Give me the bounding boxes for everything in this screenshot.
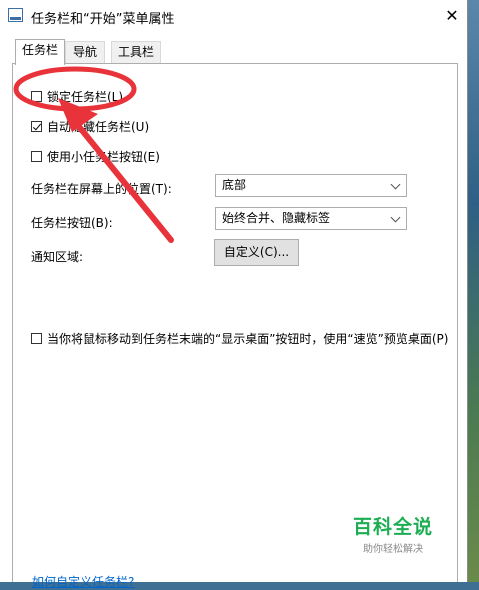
lock-taskbar-label: 锁定任务栏(L) [47, 90, 124, 104]
lock-taskbar-checkbox[interactable] [31, 91, 42, 102]
chevron-down-icon [390, 179, 401, 190]
position-label: 任务栏在屏幕上的位置(T): [31, 182, 172, 196]
lock-taskbar-option[interactable]: 锁定任务栏(L) [31, 88, 123, 105]
taskbar-buttons-label: 任务栏按钮(B): [31, 216, 113, 230]
notification-area-label: 通知区域: [31, 250, 84, 264]
auto-hide-checkbox[interactable] [31, 121, 42, 132]
taskbar-app-icon [8, 8, 23, 22]
watermark: 百科全说 助你轻松解决 [345, 512, 441, 555]
small-buttons-checkbox[interactable] [31, 151, 42, 162]
watermark-title: 百科全说 [352, 516, 433, 538]
tab-taskbar[interactable]: 任务栏 [15, 39, 65, 65]
small-buttons-label: 使用小任务栏按钮(E) [47, 150, 160, 164]
position-select[interactable]: 底部 [215, 174, 407, 197]
properties-dialog: 任务栏和“开始”菜单属性 ✕ 任务栏 导航 工具栏 锁定任务栏(L) 自动隐藏任… [0, 0, 468, 589]
auto-hide-label: 自动隐藏任务栏(U) [47, 120, 150, 134]
customize-button[interactable]: 自定义(C)... [214, 239, 299, 266]
peek-checkbox[interactable] [31, 333, 42, 344]
tab-toolbars[interactable]: 工具栏 [111, 41, 161, 63]
chevron-down-icon [390, 212, 401, 223]
position-value: 底部 [222, 178, 247, 192]
watermark-subtitle: 助你轻松解决 [363, 544, 423, 555]
window-title: 任务栏和“开始”菜单属性 [31, 12, 175, 27]
tab-navigation[interactable]: 导航 [65, 41, 105, 63]
taskbar-buttons-value: 始终合并、隐藏标签 [222, 211, 331, 225]
small-buttons-option[interactable]: 使用小任务栏按钮(E) [31, 148, 160, 165]
taskbar-buttons-select[interactable]: 始终合并、隐藏标签 [215, 207, 407, 230]
peek-option[interactable]: 当你将鼠标移动到任务栏末端的“显示桌面”按钮时，使用“速览”预览桌面(P) [31, 330, 448, 347]
auto-hide-option[interactable]: 自动隐藏任务栏(U) [31, 118, 149, 135]
title-bar: 任务栏和“开始”菜单属性 ✕ [0, 0, 467, 32]
tab-panel [12, 63, 458, 582]
peek-label: 当你将鼠标移动到任务栏末端的“显示桌面”按钮时，使用“速览”预览桌面(P) [47, 332, 449, 346]
close-icon[interactable]: ✕ [441, 6, 463, 26]
